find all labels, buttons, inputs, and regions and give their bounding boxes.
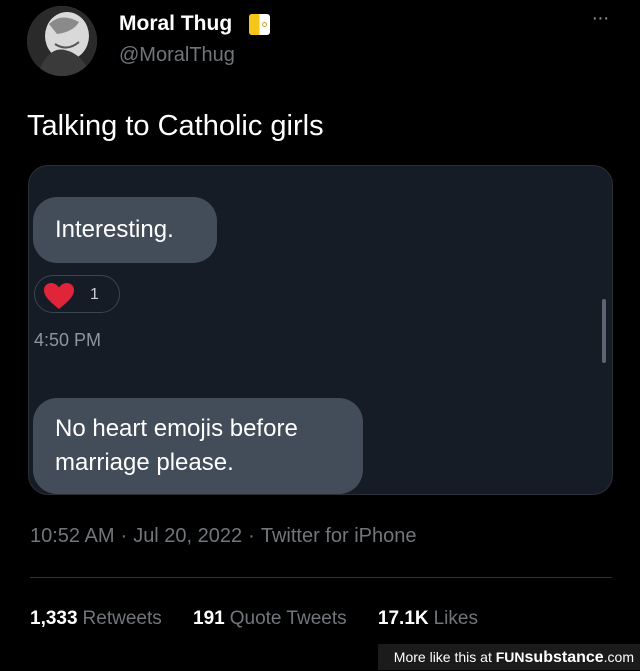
likes-count: 17.1K [377,608,429,629]
more-options-icon[interactable]: ··· [587,8,613,28]
footer-suffix: .com [603,649,634,665]
message-timestamp: 4:50 PM [34,330,102,350]
retweets-count: 1,333 [30,608,78,629]
tweet-stats: 1,333 Retweets 191 Quote Tweets 17.1K Likes [30,605,504,633]
separator: · [120,525,128,547]
footer-brand-fun: FUN [495,649,525,665]
retweets-stat[interactable]: 1,333 Retweets [30,605,162,633]
tweet-meta: 10:52 AM · Jul 20, 2022 · Twitter for iPhone [30,522,416,550]
handle[interactable]: @MoralThug [119,42,235,68]
message-line: No heart emojis before [55,415,298,442]
avatar-image [27,6,97,76]
quotes-count: 191 [193,608,225,629]
retweets-label: Retweets [82,608,162,629]
message-bubble-received: No heart emojis before marriage please. [33,398,363,494]
watermark-footer: More like this at FUNsubstance.com [378,644,640,670]
separator: · [248,525,255,547]
vatican-flag-icon [249,14,270,35]
red-heart-icon [44,283,74,309]
footer-brand-substance: substance [524,649,604,666]
quotes-label: Quote Tweets [229,608,347,629]
tweet-media[interactable]: Interesting. 1 4:50 PM No heart emojis b… [28,165,613,495]
reaction-count: 1 [90,286,99,303]
display-name[interactable]: Moral Thug [119,11,232,37]
reaction-badge: 1 [34,275,120,313]
tweet-time[interactable]: 10:52 AM [30,525,115,547]
tweet-source[interactable]: Twitter for iPhone [261,525,417,547]
avatar[interactable] [27,6,97,76]
likes-stat[interactable]: 17.1K Likes [378,605,478,633]
likes-label: Likes [433,608,478,629]
footer-prefix: More like this at [393,649,496,665]
tweet-text: Talking to Catholic girls [27,110,324,142]
scrollbar[interactable] [602,299,606,363]
message-bubble-received: Interesting. [33,197,217,263]
quote-tweets-stat[interactable]: 191 Quote Tweets [193,605,347,633]
message-line: marriage please. [55,449,234,476]
tweet-date[interactable]: Jul 20, 2022 [133,525,242,547]
divider [30,577,612,578]
